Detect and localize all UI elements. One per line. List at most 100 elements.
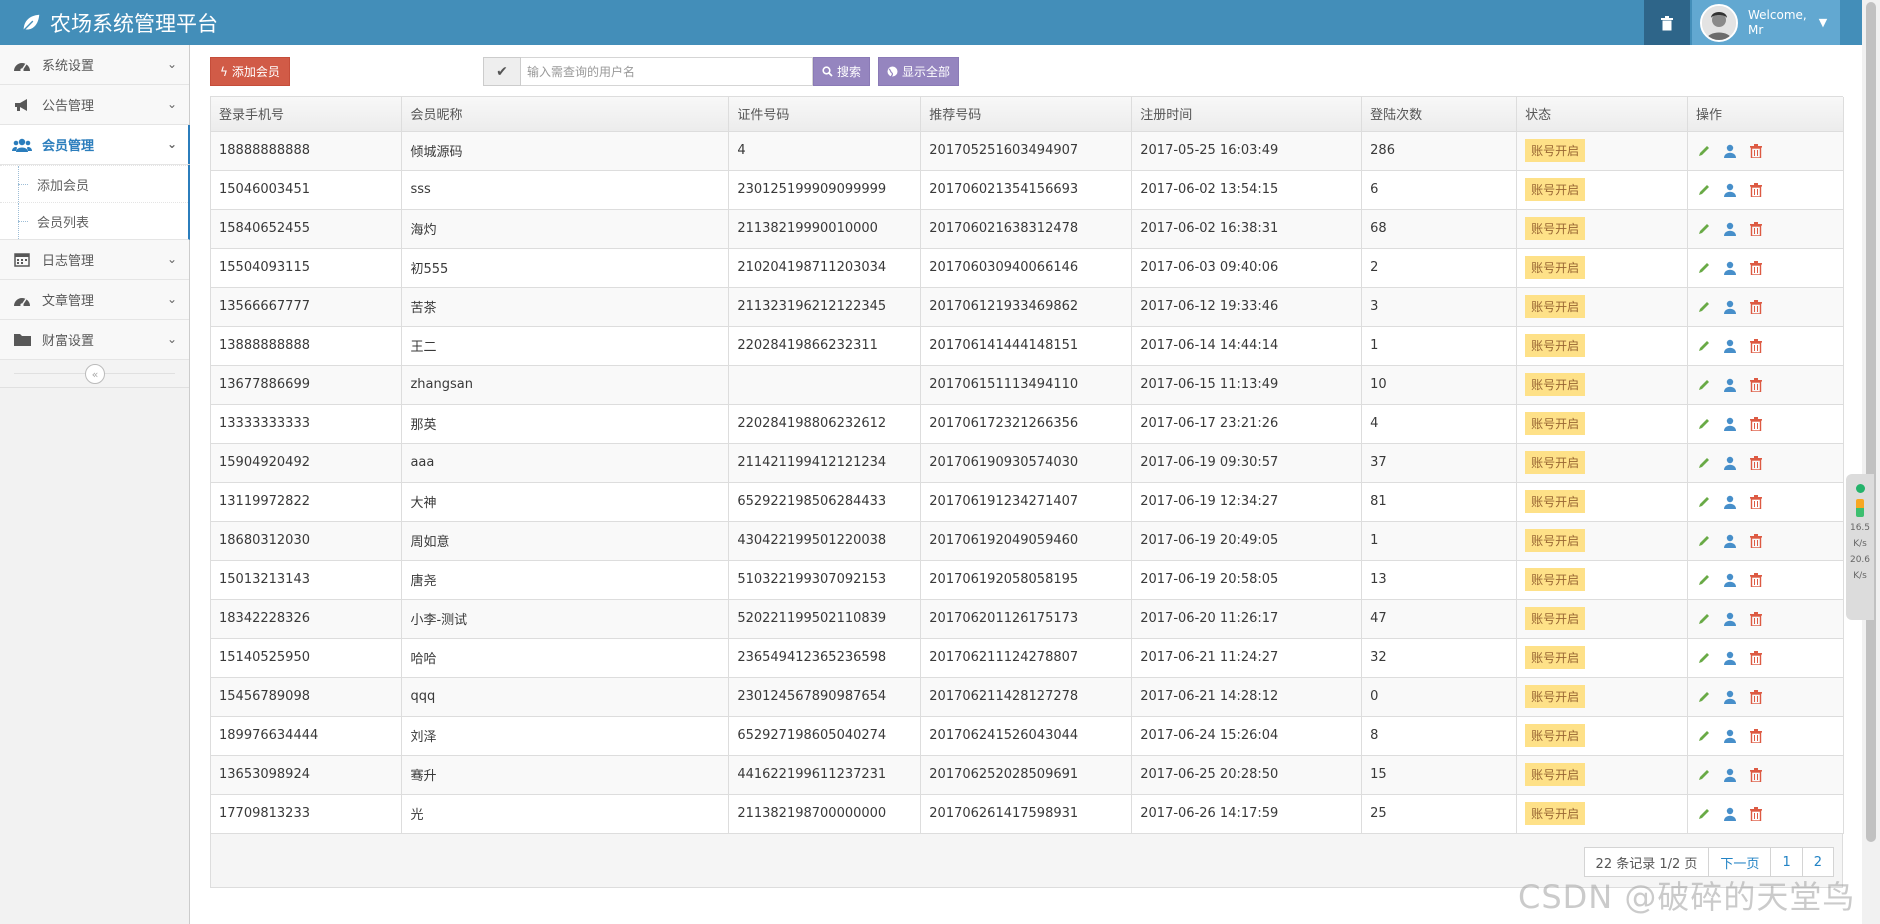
pencil-icon[interactable]	[1696, 767, 1712, 783]
table-cell: 47	[1361, 599, 1518, 639]
user-icon[interactable]	[1722, 650, 1738, 666]
user-icon[interactable]	[1722, 494, 1738, 510]
trash-icon[interactable]	[1748, 494, 1764, 510]
user-icon[interactable]	[1722, 182, 1738, 198]
trash-icon[interactable]	[1748, 650, 1764, 666]
trash-icon[interactable]	[1748, 299, 1764, 315]
user-icon[interactable]	[1722, 572, 1738, 588]
network-speed-widget[interactable]: 16.5 K/s 20.6 K/s	[1846, 474, 1874, 620]
user-icon[interactable]	[1722, 377, 1738, 393]
user-icon[interactable]	[1722, 806, 1738, 822]
user-icon[interactable]	[1722, 299, 1738, 315]
status-cell: 账号开启	[1516, 755, 1688, 795]
sidebar-item-logs[interactable]: 日志管理 ⌄	[0, 240, 189, 280]
pencil-icon[interactable]	[1696, 806, 1712, 822]
trash-icon[interactable]	[1748, 728, 1764, 744]
status-badge: 账号开启	[1525, 256, 1586, 279]
trash-icon[interactable]	[1748, 806, 1764, 822]
user-icon[interactable]	[1722, 143, 1738, 159]
table-cell: 2	[1361, 248, 1518, 288]
user-icon[interactable]	[1722, 416, 1738, 432]
sidebar-item-add-member[interactable]: 添加会员	[0, 165, 188, 202]
pencil-icon[interactable]	[1696, 182, 1712, 198]
pencil-icon[interactable]	[1696, 299, 1712, 315]
table-row: 15013213143 唐尧 510322199307092153 201706192…	[211, 560, 1844, 600]
add-member-button[interactable]: ϟ 添加会员	[210, 57, 290, 86]
pencil-icon[interactable]	[1696, 611, 1712, 627]
table-cell: 13677886699	[211, 365, 403, 405]
column-header[interactable]: 状态	[1516, 97, 1688, 132]
user-icon[interactable]	[1722, 689, 1738, 705]
table-cell: 2017-06-19 20:49:05	[1131, 521, 1363, 561]
scrollbar[interactable]	[1862, 0, 1880, 924]
pencil-icon[interactable]	[1696, 728, 1712, 744]
show-all-label: 显示全部	[902, 65, 951, 79]
trash-button[interactable]	[1644, 0, 1690, 45]
user-icon[interactable]	[1722, 260, 1738, 276]
sidebar-item-members[interactable]: 会员管理 ⌄	[0, 125, 190, 165]
trash-icon[interactable]	[1748, 260, 1764, 276]
column-header[interactable]: 证件号码	[728, 97, 922, 132]
pencil-icon[interactable]	[1696, 338, 1712, 354]
user-icon[interactable]	[1722, 455, 1738, 471]
sidebar-item-articles[interactable]: 文章管理 ⌄	[0, 280, 189, 320]
search-input[interactable]	[521, 57, 813, 86]
scrollbar-thumb[interactable]	[1866, 2, 1876, 842]
trash-icon[interactable]	[1748, 338, 1764, 354]
trash-icon[interactable]	[1748, 416, 1764, 432]
row-actions	[1696, 533, 1843, 549]
table-row: 17709813233 光 211382198700000000 2017062614…	[211, 794, 1844, 834]
pencil-icon[interactable]	[1696, 143, 1712, 159]
sidebar-item-system-settings[interactable]: 系统设置 ⌄	[0, 45, 189, 85]
status-cell: 账号开启	[1516, 482, 1688, 522]
column-header[interactable]: 登录手机号	[211, 97, 403, 132]
trash-icon[interactable]	[1748, 533, 1764, 549]
pencil-icon[interactable]	[1696, 650, 1712, 666]
speed-unit: K/s	[1853, 571, 1867, 581]
sidebar-item-member-list[interactable]: 会员列表	[0, 202, 188, 239]
pencil-icon[interactable]	[1696, 533, 1712, 549]
trash-icon[interactable]	[1748, 143, 1764, 159]
status-badge: 账号开启	[1525, 568, 1586, 591]
trash-icon[interactable]	[1748, 377, 1764, 393]
user-icon[interactable]	[1722, 767, 1738, 783]
brand[interactable]: 农场系统管理平台	[20, 0, 218, 45]
column-header[interactable]: 操作	[1687, 97, 1844, 132]
trash-icon[interactable]	[1748, 611, 1764, 627]
sidebar-item-wealth[interactable]: 财富设置 ⌄	[0, 320, 189, 360]
trash-icon[interactable]	[1748, 572, 1764, 588]
pencil-icon[interactable]	[1696, 221, 1712, 237]
pencil-icon[interactable]	[1696, 260, 1712, 276]
trash-icon[interactable]	[1748, 767, 1764, 783]
user-menu[interactable]: Welcome, Mr ▼	[1692, 0, 1840, 45]
trash-icon[interactable]	[1748, 182, 1764, 198]
column-header[interactable]: 推荐号码	[920, 97, 1133, 132]
trash-icon[interactable]	[1748, 455, 1764, 471]
trash-icon[interactable]	[1748, 221, 1764, 237]
user-icon[interactable]	[1722, 221, 1738, 237]
show-all-button[interactable]: 显示全部	[878, 57, 960, 86]
user-icon[interactable]	[1722, 533, 1738, 549]
pencil-icon[interactable]	[1696, 416, 1712, 432]
user-icon[interactable]	[1722, 728, 1738, 744]
table-cell: 2017-06-19 09:30:57	[1131, 443, 1363, 483]
user-icon[interactable]	[1722, 611, 1738, 627]
trash-icon[interactable]	[1748, 689, 1764, 705]
pencil-icon[interactable]	[1696, 377, 1712, 393]
double-chevron-left-icon[interactable]: «	[85, 364, 105, 384]
pencil-icon[interactable]	[1696, 494, 1712, 510]
column-header[interactable]: 会员昵称	[401, 97, 730, 132]
pencil-icon[interactable]	[1696, 572, 1712, 588]
pencil-icon[interactable]	[1696, 455, 1712, 471]
pencil-icon[interactable]	[1696, 689, 1712, 705]
sidebar-item-announcements[interactable]: 公告管理 ⌄	[0, 85, 189, 125]
actions-cell	[1687, 209, 1844, 249]
column-header[interactable]: 注册时间	[1131, 97, 1363, 132]
table-cell: 15456789098	[211, 677, 403, 717]
search-button[interactable]: 搜索	[813, 57, 871, 86]
table-row: 15840652455 海灼 21138219990010000 2017060216…	[211, 209, 1844, 249]
column-header[interactable]: 登陆次数	[1361, 97, 1518, 132]
status-badge: 账号开启	[1525, 724, 1586, 747]
user-icon[interactable]	[1722, 338, 1738, 354]
table-cell: 2017-06-02 16:38:31	[1131, 209, 1363, 249]
